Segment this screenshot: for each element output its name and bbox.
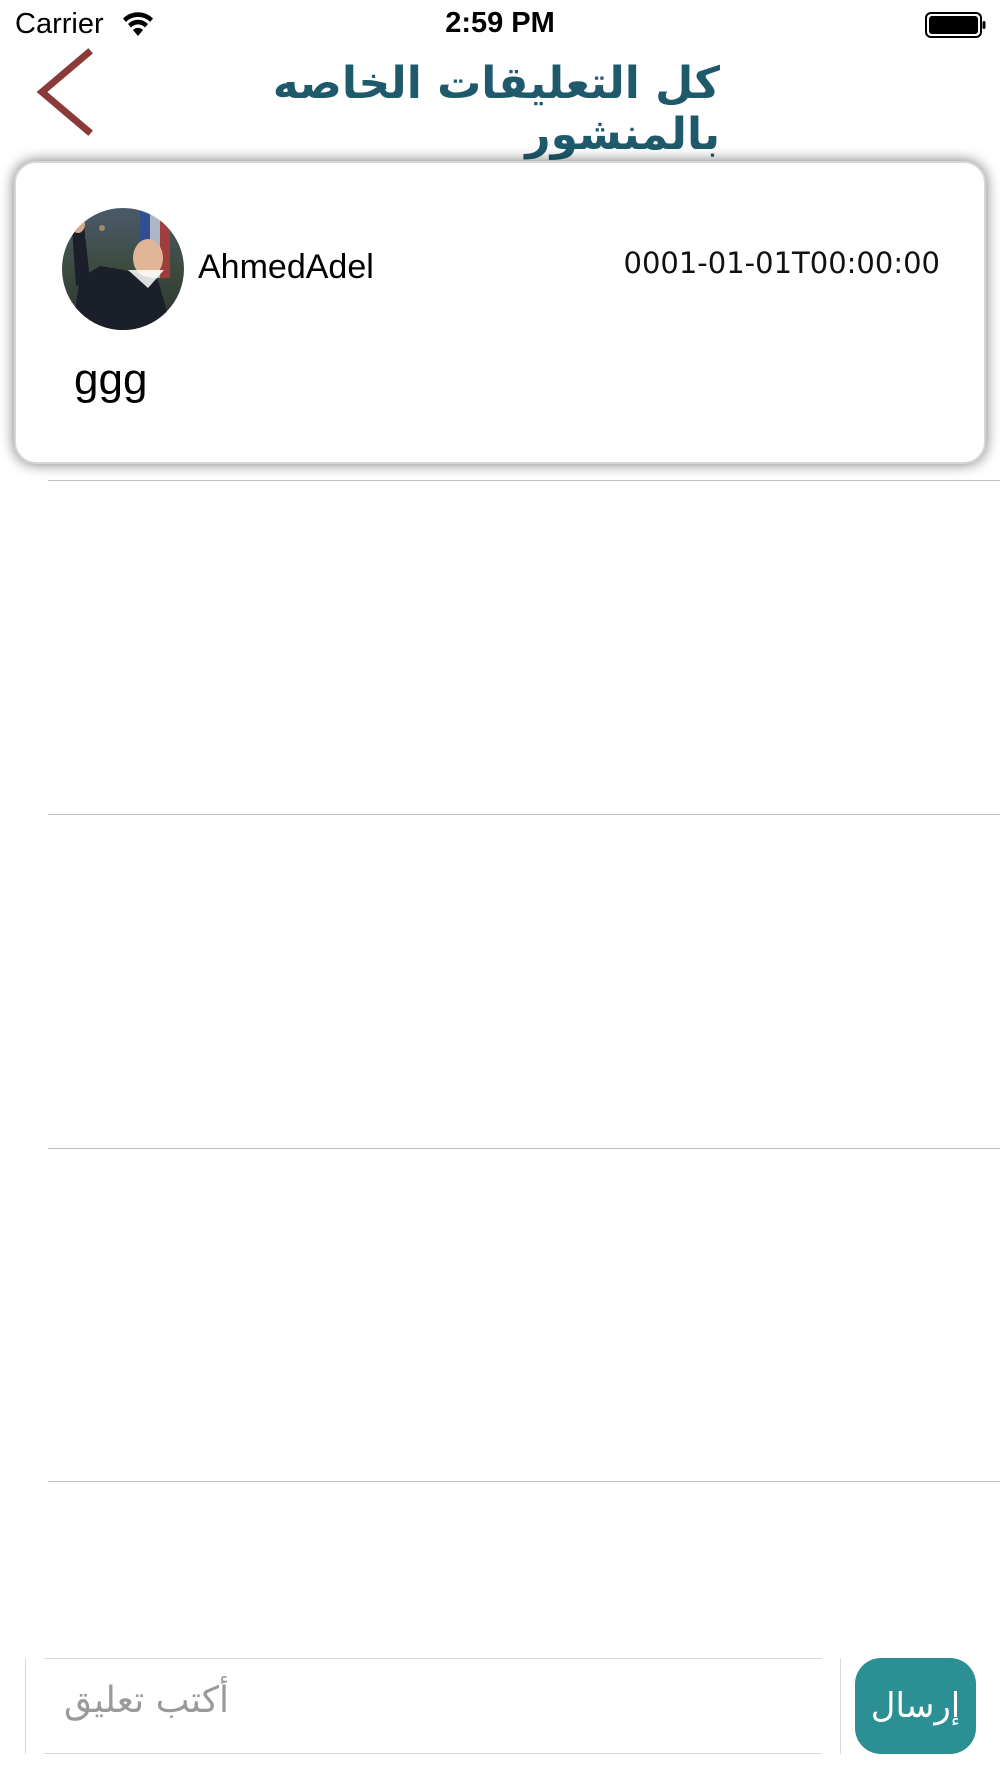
row-separator xyxy=(48,480,1000,481)
comment-input-placeholder: أكتب تعليق xyxy=(64,1680,229,1721)
comment-card: AhmedAdel 0001-01-01T00:00:00 ggg xyxy=(14,161,986,464)
page-title: كل التعليقات الخاصه بالمنشور xyxy=(272,58,720,160)
row-separator xyxy=(48,1481,1000,1482)
status-bar: Carrier 2:59 PM xyxy=(0,0,1000,50)
avatar-photo xyxy=(62,208,184,330)
status-time: 2:59 PM xyxy=(445,7,555,39)
comment-body: ggg xyxy=(74,355,148,404)
battery-icon xyxy=(925,12,986,38)
avatar xyxy=(62,208,184,330)
chevron-left-icon[interactable] xyxy=(30,45,100,140)
comment-timestamp: 0001-01-01T00:00:00 xyxy=(623,246,941,280)
row-separator xyxy=(48,814,1000,815)
comment-input[interactable]: أكتب تعليق xyxy=(25,1658,841,1754)
comment-author: AhmedAdel xyxy=(198,248,374,286)
send-button[interactable]: إرسال xyxy=(855,1658,976,1754)
row-separator xyxy=(48,1148,1000,1149)
